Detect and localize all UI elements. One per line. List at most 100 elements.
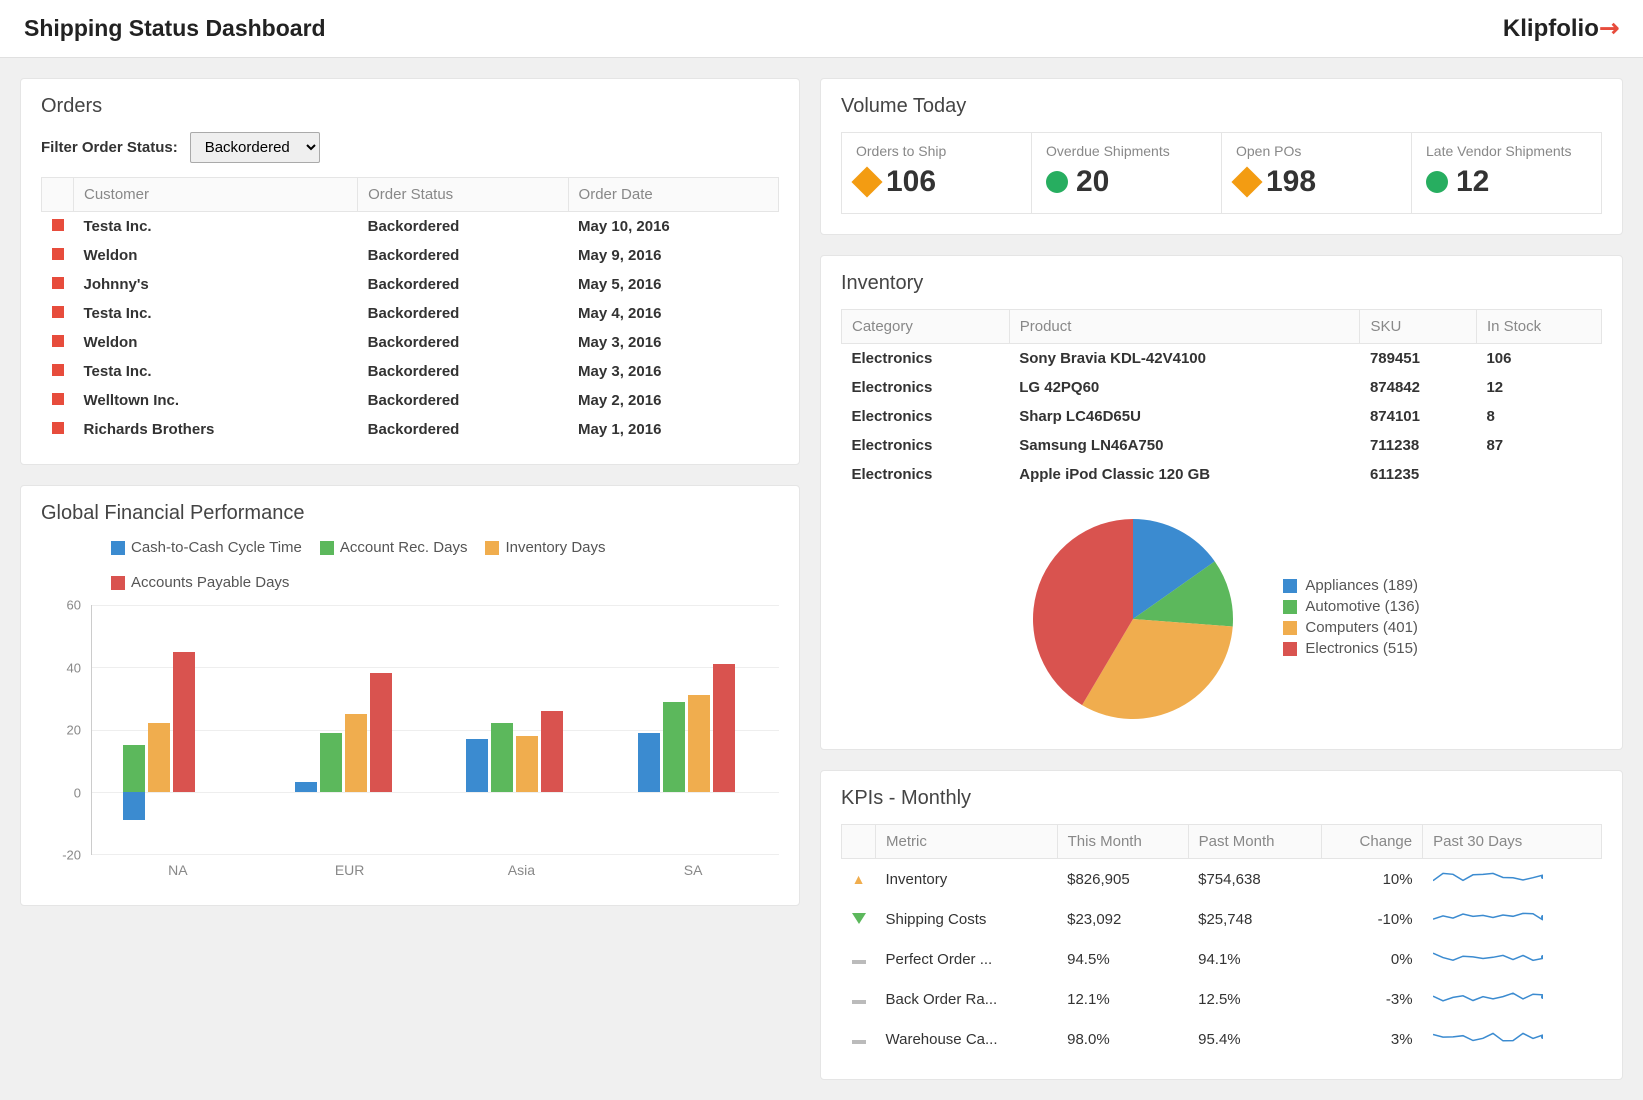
bar[interactable]: [173, 652, 195, 792]
x-axis-label: EUR: [264, 854, 436, 878]
table-row[interactable]: Richards Brothers Backordered May 1, 201…: [42, 415, 779, 444]
volume-title: Volume Today: [841, 95, 1602, 118]
table-row[interactable]: Back Order Ra... 12.1% 12.5% -3%: [842, 979, 1602, 1019]
table-row[interactable]: Welltown Inc. Backordered May 2, 2016: [42, 386, 779, 415]
table-row[interactable]: Johnny's Backordered May 5, 2016: [42, 270, 779, 299]
bar[interactable]: [295, 782, 317, 791]
status-cell: Backordered: [358, 415, 568, 444]
x-axis-label: Asia: [436, 854, 608, 878]
circle-icon: [1046, 171, 1068, 193]
table-row[interactable]: Testa Inc. Backordered May 3, 2016: [42, 357, 779, 386]
customer-cell: Johnny's: [74, 270, 358, 299]
dash-icon: [852, 960, 866, 964]
y-tick-label: 20: [67, 723, 81, 738]
date-cell: May 4, 2016: [568, 299, 778, 328]
sparkline: [1433, 947, 1543, 967]
table-row[interactable]: Perfect Order ... 94.5% 94.1% 0%: [842, 939, 1602, 979]
bar[interactable]: [638, 733, 660, 792]
status-indicator-icon: [52, 306, 64, 318]
bar[interactable]: [491, 723, 513, 791]
bar[interactable]: [123, 792, 145, 820]
sparkline: [1433, 907, 1543, 927]
table-row[interactable]: ElectronicsSharp LC46D65U8741018: [842, 402, 1602, 431]
volume-value: 198: [1266, 165, 1316, 199]
table-row[interactable]: Weldon Backordered May 9, 2016: [42, 241, 779, 270]
date-cell: May 2, 2016: [568, 386, 778, 415]
table-row[interactable]: Warehouse Ca... 98.0% 95.4% 3%: [842, 1019, 1602, 1059]
table-row[interactable]: ElectronicsApple iPod Classic 120 GB6112…: [842, 460, 1602, 489]
table-row[interactable]: ▲ Inventory $826,905 $754,638 10%: [842, 859, 1602, 900]
sparkline: [1433, 1027, 1543, 1047]
date-cell: May 3, 2016: [568, 357, 778, 386]
date-cell: May 1, 2016: [568, 415, 778, 444]
filter-label: Filter Order Status:: [41, 139, 178, 156]
bar[interactable]: [123, 745, 145, 792]
status-indicator-icon: [52, 219, 64, 231]
gfp-legend: Cash-to-Cash Cycle Time Account Rec. Day…: [111, 539, 779, 591]
kpi-title: KPIs - Monthly: [841, 787, 1602, 810]
status-indicator-icon: [52, 422, 64, 434]
x-axis-label: NA: [92, 854, 264, 878]
customer-cell: Testa Inc.: [74, 212, 358, 242]
circle-icon: [1426, 171, 1448, 193]
status-indicator-icon: [52, 364, 64, 376]
inventory-table: Category Product SKU In Stock Electronic…: [841, 309, 1602, 489]
order-status-select[interactable]: Backordered: [190, 132, 320, 163]
orders-title: Orders: [41, 95, 779, 118]
date-cell: May 9, 2016: [568, 241, 778, 270]
y-tick-label: 40: [67, 660, 81, 675]
legend-item: Electronics (515): [1283, 640, 1419, 657]
volume-label: Orders to Ship: [856, 143, 1017, 159]
table-row[interactable]: Testa Inc. Backordered May 10, 2016: [42, 212, 779, 242]
bar[interactable]: [370, 673, 392, 791]
bar[interactable]: [713, 664, 735, 792]
volume-label: Late Vendor Shipments: [1426, 143, 1587, 159]
triangle-down-icon: [852, 913, 866, 924]
diamond-icon: [851, 166, 882, 197]
customer-cell: Weldon: [74, 241, 358, 270]
status-indicator-icon: [52, 277, 64, 289]
sparkline: [1433, 987, 1543, 1007]
date-cell: May 5, 2016: [568, 270, 778, 299]
status-cell: Backordered: [358, 299, 568, 328]
customer-cell: Weldon: [74, 328, 358, 357]
kpi-table: Metric This Month Past Month Change Past…: [841, 824, 1602, 1059]
gfp-chart: -200204060 NAEURAsiaSA: [41, 605, 779, 885]
bar[interactable]: [148, 723, 170, 791]
status-indicator-icon: [52, 248, 64, 260]
col-date: Order Date: [568, 178, 778, 212]
volume-cell: Late Vendor Shipments 12: [1412, 133, 1601, 213]
col-status: Order Status: [358, 178, 568, 212]
y-tick-label: 0: [74, 785, 81, 800]
volume-panel: Volume Today Orders to Ship 106Overdue S…: [820, 78, 1623, 235]
table-row[interactable]: ElectronicsSamsung LN46A75071123887: [842, 431, 1602, 460]
gfp-title: Global Financial Performance: [41, 502, 779, 525]
bar[interactable]: [541, 711, 563, 792]
bar[interactable]: [688, 695, 710, 791]
bar[interactable]: [516, 736, 538, 792]
diamond-icon: [1231, 166, 1262, 197]
bar[interactable]: [663, 702, 685, 792]
legend-item: Computers (401): [1283, 619, 1419, 636]
dash-icon: [852, 1000, 866, 1004]
table-row[interactable]: Testa Inc. Backordered May 4, 2016: [42, 299, 779, 328]
volume-cell: Orders to Ship 106: [842, 133, 1032, 213]
bar[interactable]: [345, 714, 367, 792]
orders-table: Customer Order Status Order Date Testa I…: [41, 177, 779, 444]
status-cell: Backordered: [358, 357, 568, 386]
table-row[interactable]: ElectronicsLG 42PQ6087484212: [842, 373, 1602, 402]
table-row[interactable]: ElectronicsSony Bravia KDL-42V4100789451…: [842, 344, 1602, 374]
warning-up-icon: ▲: [852, 871, 866, 887]
date-cell: May 3, 2016: [568, 328, 778, 357]
volume-value: 12: [1456, 165, 1489, 199]
bar[interactable]: [466, 739, 488, 792]
volume-label: Open POs: [1236, 143, 1397, 159]
date-cell: May 10, 2016: [568, 212, 778, 242]
bar[interactable]: [320, 733, 342, 792]
inventory-pie-chart: [1023, 509, 1243, 729]
table-row[interactable]: Weldon Backordered May 3, 2016: [42, 328, 779, 357]
brand-logo: Klipfolio↘: [1503, 14, 1619, 43]
table-row[interactable]: Shipping Costs $23,092 $25,748 -10%: [842, 899, 1602, 939]
inventory-panel: Inventory Category Product SKU In Stock …: [820, 255, 1623, 750]
volume-value: 20: [1076, 165, 1109, 199]
